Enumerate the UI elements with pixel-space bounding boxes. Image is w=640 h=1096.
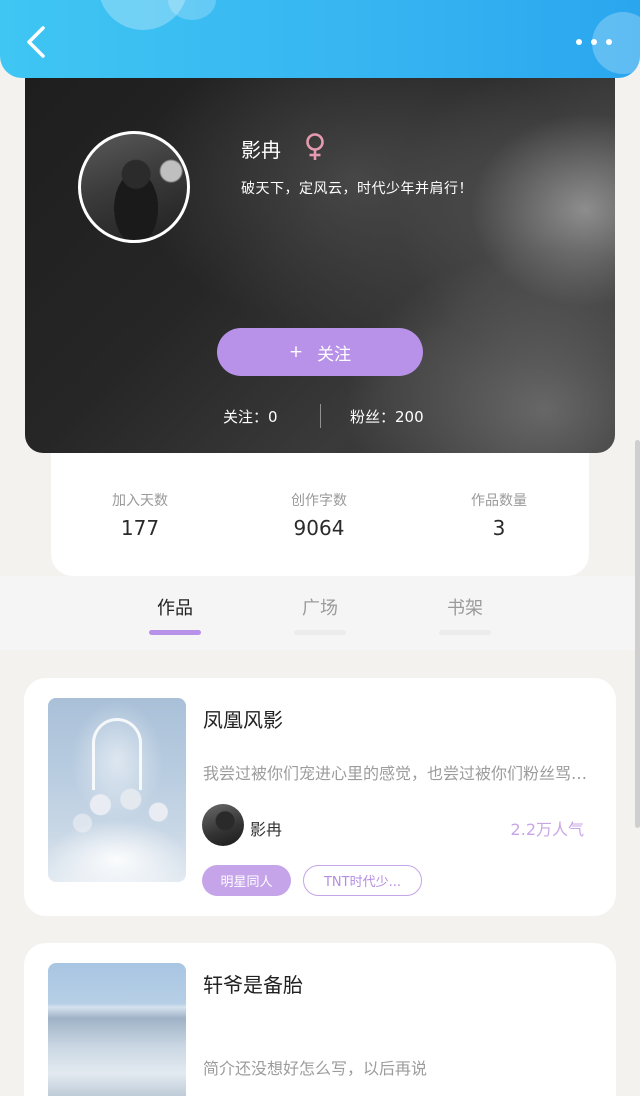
stat-word-count: 创作字数 9064: [249, 490, 389, 540]
book-cover[interactable]: [48, 963, 186, 1096]
chevron-left-icon: [27, 26, 45, 58]
fans-count[interactable]: 粉丝：200: [350, 406, 424, 427]
divider: [320, 404, 321, 428]
book-card[interactable]: 凤凰风影 我尝过被你们宠进心里的感觉，也尝过被你们粉丝骂的滋味 影冉 2.2万人…: [24, 678, 616, 916]
tab-label: 书架: [447, 598, 483, 619]
stat-value: 177: [120, 516, 160, 540]
stat-label: 创作字数: [291, 493, 347, 509]
book-title: 轩爷是备胎: [203, 973, 303, 997]
profile-bio: 破天下，定风云，时代少年并肩行！: [241, 181, 473, 197]
author-avatar[interactable]: [202, 804, 244, 846]
stat-value: 3: [492, 516, 506, 540]
following-count[interactable]: 关注：0: [223, 406, 278, 427]
tag-chip[interactable]: TNT时代少...: [303, 865, 422, 896]
plus-icon: +: [288, 342, 304, 362]
more-options-button[interactable]: [576, 30, 612, 54]
profile-card: 影冉 破天下，定风云，时代少年并肩行！ + 关注 关注：0 粉丝：200: [25, 70, 615, 453]
book-description: 简介还没想好怎么写，以后再说: [203, 1059, 428, 1078]
avatar[interactable]: [78, 131, 190, 243]
username: 影冉: [241, 138, 281, 162]
stat-label: 加入天数: [112, 493, 168, 509]
tab-indicator: [149, 630, 201, 635]
follow-label: 关注: [317, 344, 352, 365]
book-title: 凤凰风影: [203, 708, 283, 732]
tag-chip[interactable]: 明星同人: [202, 865, 291, 896]
stat-label: 作品数量: [471, 493, 527, 509]
tab-bookshelf[interactable]: 书架: [425, 594, 505, 635]
decor-bubble: [168, 0, 216, 20]
back-button[interactable]: [18, 24, 54, 60]
stat-join-days: 加入天数 177: [70, 490, 210, 540]
tab-indicator: [294, 630, 346, 635]
top-bar: [0, 0, 640, 78]
tab-square[interactable]: 广场: [280, 594, 360, 635]
author-name: 影冉: [250, 820, 283, 839]
book-description: 我尝过被你们宠进心里的感觉，也尝过被你们粉丝骂的滋味: [203, 764, 593, 783]
follow-button[interactable]: + 关注: [217, 328, 423, 376]
female-icon: [306, 133, 324, 160]
stats-card: 加入天数 177 创作字数 9064 作品数量 3: [51, 440, 589, 576]
tab-indicator: [439, 630, 491, 635]
more-dots-icon: [576, 39, 582, 45]
tab-label: 广场: [302, 598, 338, 619]
popularity-count: 2.2万人气: [510, 820, 584, 839]
tab-bar: 作品 广场 书架: [0, 576, 640, 650]
tab-label: 作品: [157, 598, 193, 619]
book-cover[interactable]: [48, 698, 186, 882]
book-card[interactable]: 轩爷是备胎 简介还没想好怎么写，以后再说: [24, 943, 616, 1096]
follow-counts: 关注：0 粉丝：200: [25, 404, 615, 428]
scrollbar[interactable]: [635, 440, 640, 828]
tab-works[interactable]: 作品: [135, 594, 215, 635]
stat-works-count: 作品数量 3: [429, 490, 569, 540]
stat-value: 9064: [293, 516, 345, 540]
